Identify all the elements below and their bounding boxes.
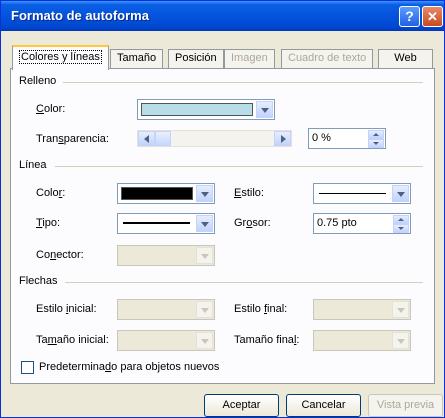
weight-value: 0.75 pto: [317, 217, 357, 229]
arrow-left-icon[interactable]: [138, 131, 155, 146]
preview-button: Vista previa: [368, 394, 443, 417]
line-color-label: Color:: [36, 187, 66, 199]
transparency-slider[interactable]: [137, 130, 292, 147]
divider: [55, 166, 423, 167]
begin-style-label: Estilo inicial:: [36, 303, 97, 315]
relleno-heading: Relleno: [19, 75, 57, 87]
chevron-down-icon: [196, 215, 213, 232]
chevron-down-icon: [392, 185, 409, 202]
tab-imagen: Imagen: [224, 49, 275, 69]
fill-color-swatch: [141, 103, 253, 116]
transparency-value: 0 %: [312, 132, 331, 144]
help-button[interactable]: ?: [399, 6, 420, 27]
end-style-label: Estilo final:: [234, 303, 288, 315]
begin-style-dropdown: [117, 299, 215, 320]
line-style-sample: [319, 193, 386, 194]
spin-up-icon[interactable]: [368, 130, 384, 139]
transparency-label: Transparencia:: [36, 133, 109, 145]
window-title: Formato de autoforma: [11, 8, 149, 23]
connector-label: Conector:: [36, 249, 84, 261]
weight-spinner[interactable]: 0.75 pto: [313, 213, 411, 234]
weight-label: Grosor:: [234, 217, 271, 229]
tab-bar: Colores y líneas Tamaño Posición Imagen …: [1, 45, 444, 70]
chevron-down-icon: [256, 101, 273, 118]
flechas-heading: Flechas: [19, 275, 58, 287]
spin-up-icon[interactable]: [393, 215, 409, 224]
default-for-new-objects-checkbox[interactable]: [21, 361, 34, 374]
chevron-down-icon: [392, 332, 409, 349]
divider: [63, 82, 423, 83]
begin-size-dropdown: [117, 330, 215, 351]
chevron-down-icon: [196, 247, 213, 264]
default-for-new-objects-label[interactable]: Predeterminado para objetos nuevos: [39, 361, 219, 373]
divider: [65, 282, 423, 283]
dialog-window: Formato de autoforma ? ✕ Colores y línea…: [0, 0, 445, 418]
tab-web[interactable]: Web: [378, 49, 433, 69]
tab-posicion[interactable]: Posición: [168, 49, 224, 69]
line-style-dropdown[interactable]: [313, 183, 411, 204]
dash-type-dropdown[interactable]: [117, 213, 215, 234]
line-color-dropdown[interactable]: [117, 183, 215, 204]
begin-size-label: Tamaño inicial:: [36, 334, 109, 346]
chevron-down-icon: [392, 301, 409, 318]
tab-tamano[interactable]: Tamaño: [110, 49, 164, 69]
line-color-swatch: [121, 187, 193, 200]
dash-type-label: Tipo:: [36, 217, 61, 229]
end-style-dropdown: [313, 299, 411, 320]
spin-down-icon[interactable]: [393, 224, 409, 233]
chevron-down-icon: [196, 332, 213, 349]
title-bar[interactable]: Formato de autoforma ? ✕: [1, 1, 444, 31]
tab-colores-y-lineas[interactable]: Colores y líneas: [12, 45, 109, 70]
end-size-dropdown: [313, 330, 411, 351]
chevron-down-icon: [196, 301, 213, 318]
close-button[interactable]: ✕: [422, 6, 443, 27]
fill-color-label: Color:: [36, 103, 66, 115]
connector-dropdown: [117, 245, 215, 266]
line-style-label: Estilo:: [234, 187, 264, 199]
transparency-spinner[interactable]: 0 %: [308, 128, 386, 149]
cancel-button[interactable]: Cancelar: [286, 394, 361, 417]
fill-color-dropdown[interactable]: [137, 99, 275, 120]
tab-panel: Relleno Color: Transparencia: 0 % Línea …: [10, 68, 435, 384]
slider-thumb[interactable]: [155, 131, 171, 146]
arrow-right-icon[interactable]: [274, 131, 291, 146]
dash-type-sample: [123, 222, 190, 224]
linea-heading: Línea: [19, 159, 47, 171]
chevron-down-icon: [196, 185, 213, 202]
spin-down-icon[interactable]: [368, 139, 384, 148]
accept-button[interactable]: Aceptar: [204, 394, 279, 417]
end-size-label: Tamaño final:: [234, 334, 300, 346]
tab-cuadro-de-texto: Cuadro de texto: [281, 49, 374, 69]
